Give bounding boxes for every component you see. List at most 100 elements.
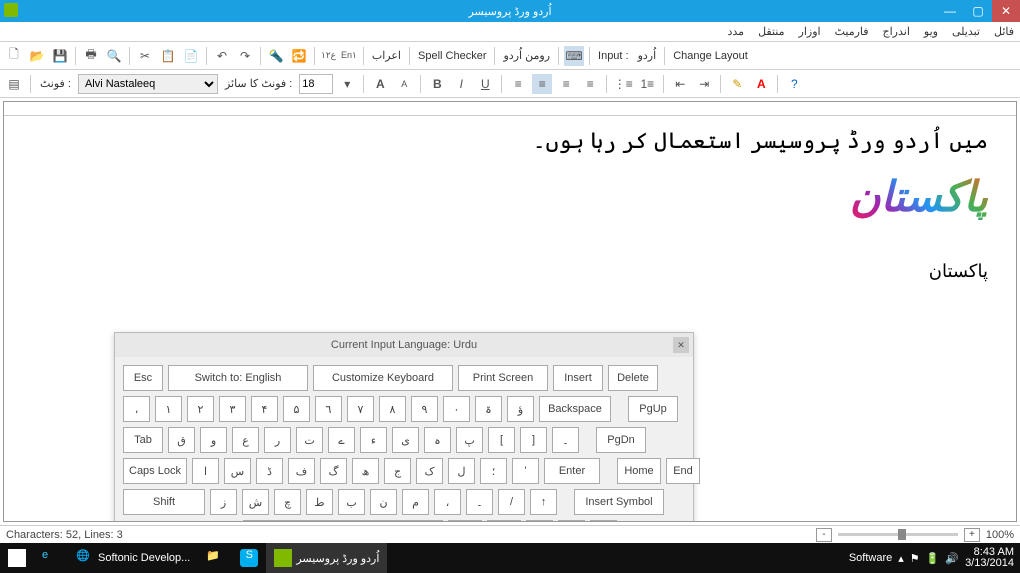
taskbar-app[interactable]: اُردو ورڈ پروسیسر bbox=[266, 543, 387, 573]
menu-item[interactable]: ویو bbox=[924, 25, 938, 38]
copy-icon[interactable]: 📋 bbox=[158, 46, 178, 66]
key[interactable]: ← bbox=[526, 520, 553, 522]
replace-icon[interactable]: 🔁 bbox=[289, 46, 309, 66]
find-icon[interactable]: 🔦 bbox=[266, 46, 286, 66]
key[interactable]: Insert Symbol bbox=[574, 489, 664, 515]
key[interactable]: ق bbox=[168, 427, 195, 453]
highlight-icon[interactable]: ✎ bbox=[727, 74, 747, 94]
maximize-button[interactable]: ▢ bbox=[964, 0, 992, 22]
eng-num-icon[interactable]: En۱ bbox=[340, 46, 358, 66]
chevron-down-icon[interactable]: ▾ bbox=[337, 74, 357, 94]
font-color-icon[interactable]: A bbox=[751, 74, 771, 94]
key[interactable]: ' bbox=[512, 458, 539, 484]
italic-icon[interactable]: I bbox=[451, 74, 471, 94]
clock[interactable]: 8:43 AM3/13/2014 bbox=[965, 547, 1014, 569]
indent-left-icon[interactable]: ⇤ bbox=[670, 74, 690, 94]
key[interactable]: End bbox=[666, 458, 700, 484]
key[interactable]: ت bbox=[296, 427, 323, 453]
decrease-font-icon[interactable]: A bbox=[394, 74, 414, 94]
key[interactable]: Enter bbox=[544, 458, 600, 484]
cut-icon[interactable]: ✂ bbox=[135, 46, 155, 66]
keyboard-close-icon[interactable]: ✕ bbox=[673, 337, 689, 353]
key[interactable]: ۴ bbox=[251, 396, 278, 422]
key[interactable]: ۵ bbox=[283, 396, 310, 422]
menu-item[interactable]: فارمیٹ bbox=[835, 25, 869, 38]
numbering-icon[interactable]: 1≡ bbox=[637, 74, 657, 94]
zoom-out-button[interactable]: - bbox=[816, 528, 832, 542]
change-layout-button[interactable]: Change Layout bbox=[670, 50, 751, 62]
key[interactable]: ، bbox=[123, 396, 150, 422]
zoom-slider[interactable] bbox=[838, 533, 958, 536]
key[interactable]: ا bbox=[192, 458, 219, 484]
key[interactable]: ھ bbox=[352, 458, 379, 484]
key[interactable]: Home bbox=[617, 458, 661, 484]
key[interactable]: Backspace bbox=[539, 396, 611, 422]
key[interactable]: س bbox=[224, 458, 251, 484]
key[interactable]: ٢ bbox=[187, 396, 214, 422]
text-line[interactable]: میں اُردو ورڈ پروسیسر استعمال کر رہا ہوں… bbox=[32, 128, 988, 154]
key[interactable]: ٧ bbox=[347, 396, 374, 422]
key[interactable]: PgDn bbox=[596, 427, 646, 453]
key[interactable]: Esc bbox=[123, 365, 163, 391]
help-icon[interactable]: ? bbox=[784, 74, 804, 94]
software-label[interactable]: Software bbox=[849, 552, 892, 564]
skype-icon[interactable]: S bbox=[232, 543, 266, 573]
indent-right-icon[interactable]: ⇥ bbox=[694, 74, 714, 94]
input-lang[interactable]: اُردو bbox=[635, 49, 660, 62]
volume-icon[interactable]: 🔊 bbox=[945, 552, 959, 565]
key[interactable]: پ bbox=[456, 427, 483, 453]
save-icon[interactable]: 💾 bbox=[50, 46, 70, 66]
key[interactable]: ۔ bbox=[552, 427, 579, 453]
key[interactable]: ١ bbox=[155, 396, 182, 422]
key[interactable]: ٨ bbox=[379, 396, 406, 422]
key[interactable]: ء bbox=[360, 427, 387, 453]
key[interactable]: ، bbox=[434, 489, 461, 515]
key[interactable]: Space bbox=[243, 520, 443, 522]
key[interactable]: ع bbox=[232, 427, 259, 453]
key[interactable]: PgUp bbox=[628, 396, 678, 422]
zoom-in-button[interactable]: + bbox=[964, 528, 980, 542]
menu-item[interactable]: منتقل bbox=[758, 25, 784, 38]
redo-icon[interactable]: ↷ bbox=[235, 46, 255, 66]
keyboard-title[interactable]: Current Input Language: Urdu ✕ bbox=[115, 333, 693, 357]
key[interactable]: ج bbox=[384, 458, 411, 484]
battery-icon[interactable]: 🔋 bbox=[926, 552, 940, 565]
key[interactable]: ش bbox=[242, 489, 269, 515]
chrome-icon[interactable]: 🌐Softonic Develop... bbox=[68, 543, 198, 573]
key[interactable]: Insert bbox=[553, 365, 603, 391]
key[interactable]: Tab bbox=[123, 427, 163, 453]
key[interactable]: ف bbox=[288, 458, 315, 484]
text-small[interactable]: پاکستان bbox=[32, 261, 988, 282]
key[interactable]: ب bbox=[338, 489, 365, 515]
key[interactable]: ۃ bbox=[475, 396, 502, 422]
action-center-icon[interactable]: ⚑ bbox=[910, 552, 920, 565]
key[interactable]: ؛ bbox=[480, 458, 507, 484]
aerab-button[interactable]: اعراب bbox=[369, 49, 404, 62]
key[interactable]: ہ bbox=[424, 427, 451, 453]
align-justify-icon[interactable]: ≡ bbox=[580, 74, 600, 94]
urdu-num-icon[interactable]: ع۱۲ bbox=[320, 46, 337, 66]
key[interactable]: ط bbox=[306, 489, 333, 515]
increase-font-icon[interactable]: A bbox=[370, 74, 390, 94]
key[interactable]: ز bbox=[210, 489, 237, 515]
minimize-button[interactable]: — bbox=[936, 0, 964, 22]
bold-icon[interactable]: B bbox=[427, 74, 447, 94]
key[interactable]: چ bbox=[274, 489, 301, 515]
align-right-icon[interactable]: ≡ bbox=[556, 74, 576, 94]
key[interactable]: Alt bbox=[448, 520, 482, 522]
para-icon[interactable]: ▤ bbox=[4, 74, 24, 94]
key[interactable]: ک bbox=[416, 458, 443, 484]
align-left-icon[interactable]: ≡ bbox=[508, 74, 528, 94]
key[interactable]: ل bbox=[448, 458, 475, 484]
key[interactable]: ن bbox=[370, 489, 397, 515]
arrow-up-key[interactable]: ↑ bbox=[530, 489, 557, 515]
print-icon[interactable]: 🖶 bbox=[81, 46, 101, 66]
ie-icon[interactable]: e bbox=[34, 543, 68, 573]
roman-urdu-button[interactable]: رومن اُردو bbox=[500, 49, 553, 62]
start-button[interactable]: ⊞ bbox=[0, 543, 34, 573]
explorer-icon[interactable]: 📁 bbox=[198, 543, 232, 573]
key[interactable]: Print Screen bbox=[458, 365, 548, 391]
font-size-input[interactable] bbox=[299, 74, 333, 94]
key[interactable]: Shift bbox=[123, 489, 205, 515]
key[interactable]: و bbox=[200, 427, 227, 453]
